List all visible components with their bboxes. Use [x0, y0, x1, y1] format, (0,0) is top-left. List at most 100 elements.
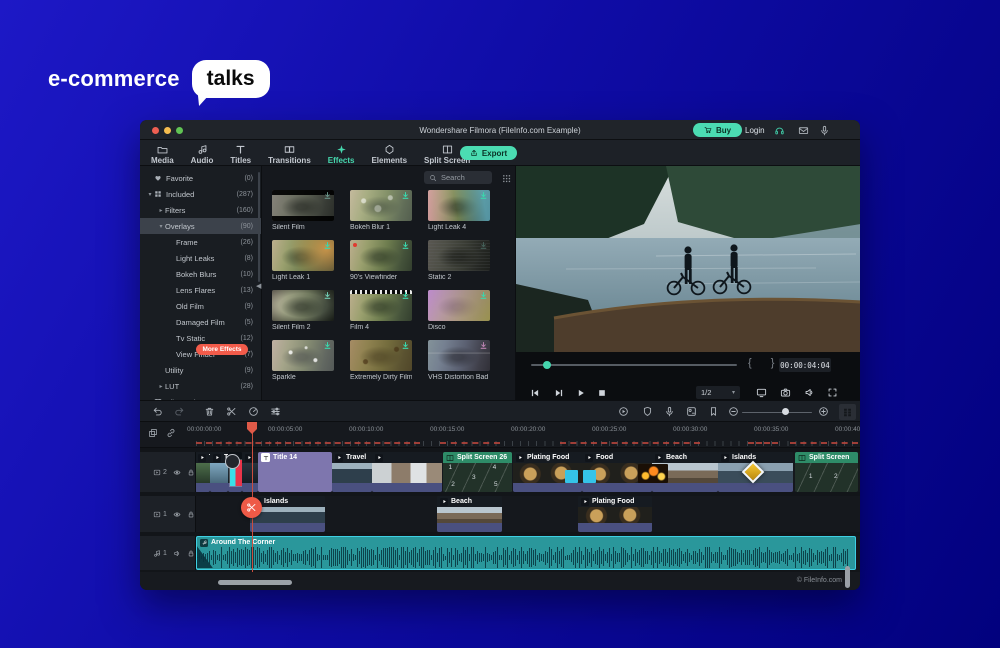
effect-thumbnail[interactable]: [272, 190, 334, 221]
effect-thumbnail[interactable]: [428, 190, 490, 221]
effect-thumbnail[interactable]: [350, 190, 412, 221]
preview-scrubber-handle[interactable]: [543, 361, 551, 369]
add-marker-icon[interactable]: [708, 406, 719, 417]
effect-item[interactable]: Static 2: [428, 240, 490, 281]
panel-collapse-icon[interactable]: ◀: [256, 282, 261, 290]
effect-thumbnail[interactable]: [350, 290, 412, 321]
download-icon[interactable]: [401, 191, 410, 200]
timeline-clip-split-screen[interactable]: Split Screen12: [795, 452, 858, 492]
vertical-scrollbar[interactable]: [845, 566, 850, 588]
effect-thumbnail[interactable]: [272, 290, 334, 321]
undo-icon[interactable]: [152, 406, 163, 417]
link-clips-icon[interactable]: [166, 428, 176, 438]
mark-in-out-icon[interactable]: { }: [748, 357, 782, 369]
lock-icon[interactable]: [187, 510, 195, 519]
timeline-clip-around-the-corner[interactable]: Around The Corner: [196, 536, 856, 570]
tab-effects[interactable]: Effects: [327, 142, 356, 169]
search-box[interactable]: [424, 171, 492, 184]
timeline-zoom-handle[interactable]: [782, 408, 789, 415]
login-button[interactable]: Login: [745, 126, 765, 135]
render-preview-icon[interactable]: [618, 406, 629, 417]
sidebar-item-utility[interactable]: Utility(9): [140, 362, 261, 378]
tab-titles[interactable]: Titles: [229, 142, 252, 169]
lock-icon[interactable]: [187, 549, 195, 558]
effect-thumbnail[interactable]: [272, 240, 334, 271]
support-headset-icon[interactable]: [774, 125, 785, 136]
sidebar-item-favorite[interactable]: Favorite(0): [140, 170, 261, 186]
download-icon[interactable]: [401, 341, 410, 350]
download-icon[interactable]: [401, 291, 410, 300]
effect-item[interactable]: Light Leak 4: [428, 190, 490, 231]
lock-icon[interactable]: [187, 468, 195, 477]
download-icon[interactable]: [401, 241, 410, 250]
grid-view-icon[interactable]: [502, 174, 511, 183]
sidebar-item-damaged-film[interactable]: Damaged Film(5): [140, 314, 261, 330]
timeline-clip-islands[interactable]: Islands: [250, 496, 325, 532]
timeline-clip-split-screen-26[interactable]: Split Screen 2614325: [443, 452, 512, 492]
effect-item[interactable]: Bokeh Blur 1: [350, 190, 412, 231]
microphone-icon[interactable]: [819, 125, 830, 136]
zoom-out-icon[interactable]: [728, 406, 739, 417]
speaker-icon[interactable]: [173, 549, 181, 558]
effect-item[interactable]: 90's Viewfinder: [350, 240, 412, 281]
sidebar-item-included[interactable]: ▾Included(287): [140, 186, 261, 202]
sidebar-item-light-leaks[interactable]: Light Leaks(8): [140, 250, 261, 266]
download-icon[interactable]: [323, 341, 332, 350]
sidebar-item-overlays[interactable]: ▾Overlays(90): [140, 218, 261, 234]
effect-thumbnail[interactable]: [272, 340, 334, 371]
snapshot-camera-icon[interactable]: [780, 387, 791, 398]
download-icon[interactable]: [323, 291, 332, 300]
effect-thumbnail[interactable]: [350, 340, 412, 371]
effect-item[interactable]: Disco: [428, 290, 490, 331]
fullscreen-icon[interactable]: [827, 387, 838, 398]
track-manager-button[interactable]: [839, 404, 856, 420]
mail-icon[interactable]: [798, 125, 809, 136]
timeline-clip-title-14[interactable]: Title 14: [258, 452, 332, 492]
download-icon[interactable]: [479, 341, 488, 350]
effect-item[interactable]: Sparkle: [272, 340, 334, 381]
tab-elements[interactable]: Elements: [370, 142, 408, 169]
effect-thumbnail[interactable]: [428, 340, 490, 371]
audio-mixer-icon[interactable]: [686, 406, 697, 417]
export-button[interactable]: Export: [460, 146, 517, 160]
timeline-clip[interactable]: [242, 452, 258, 492]
sidebar-item-bokeh-blurs[interactable]: Bokeh Blurs(10): [140, 266, 261, 282]
playback-speed-dropdown[interactable]: 1/2 ▾: [696, 386, 740, 399]
color-clip[interactable]: [565, 470, 578, 483]
sidebar-scrollbar[interactable]: [258, 172, 260, 282]
next-frame-icon[interactable]: [554, 388, 564, 398]
download-icon[interactable]: [479, 191, 488, 200]
effect-item[interactable]: Silent Film 2: [272, 290, 334, 331]
adjust-sliders-icon[interactable]: [270, 406, 281, 417]
timeline-clip-plating-food[interactable]: Plating Food: [578, 496, 652, 532]
download-icon[interactable]: [323, 191, 332, 200]
tab-transitions[interactable]: Transitions: [267, 142, 312, 169]
effect-item[interactable]: Silent Film: [272, 190, 334, 231]
display-device-icon[interactable]: [756, 387, 767, 398]
sidebar-item-lut[interactable]: ▸LUT(28): [140, 378, 261, 394]
timeline-clip-t[interactable]: T: [195, 452, 210, 492]
fire-effect-clip[interactable]: [638, 464, 668, 483]
effect-item[interactable]: Film 4: [350, 290, 412, 331]
marker-shield-icon[interactable]: [642, 406, 653, 417]
previous-frame-icon[interactable]: [530, 388, 540, 398]
effect-item[interactable]: Light Leak 1: [272, 240, 334, 281]
effect-thumbnail[interactable]: [350, 240, 412, 271]
delete-icon[interactable]: [204, 406, 215, 417]
stop-icon[interactable]: [597, 388, 607, 398]
split-scissors-icon[interactable]: [226, 406, 237, 417]
download-icon[interactable]: [479, 291, 488, 300]
download-icon[interactable]: [479, 241, 488, 250]
preview-scrubber[interactable]: [531, 364, 737, 366]
timeline-zoom-slider[interactable]: [742, 412, 812, 414]
zoom-fit-icon[interactable]: [818, 406, 829, 417]
color-clip[interactable]: [583, 470, 596, 483]
sidebar-item-lens-flares[interactable]: Lens Flares(13): [140, 282, 261, 298]
timeline-clip-beach[interactable]: Beach: [437, 496, 502, 532]
transition-badge[interactable]: [225, 454, 240, 469]
sidebar-item-old-film[interactable]: Old Film(9): [140, 298, 261, 314]
manage-tracks-icon[interactable]: [148, 428, 158, 438]
tab-audio[interactable]: Audio: [190, 142, 215, 169]
speed-icon[interactable]: [248, 406, 259, 417]
sidebar-item-frame[interactable]: Frame(26): [140, 234, 261, 250]
